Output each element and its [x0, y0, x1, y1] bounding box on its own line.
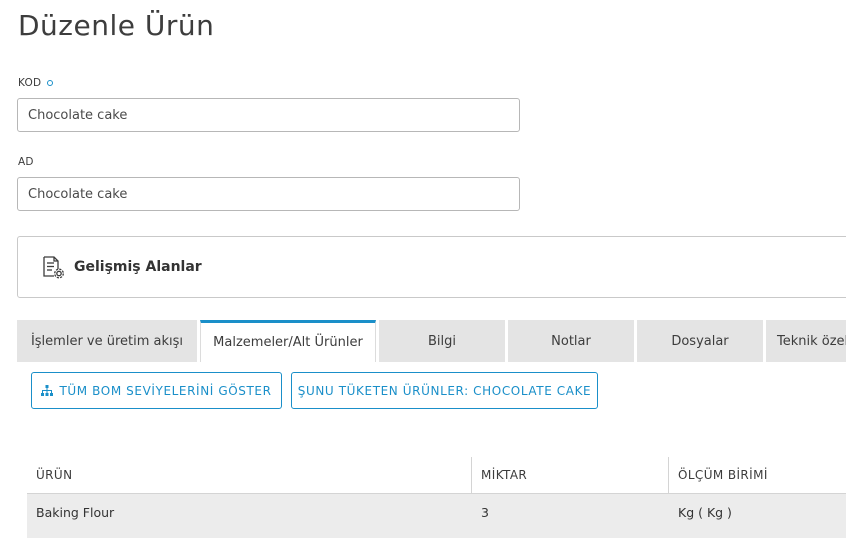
table-row[interactable]: Baking Flour 3 Kg ( Kg ) [27, 494, 846, 538]
tab-info[interactable]: Bilgi [379, 320, 505, 362]
code-label: KOD [18, 77, 54, 89]
tab-bar: İşlemler ve üretim akışı Malzemeler/Alt … [17, 320, 846, 362]
cell-unit: Kg ( Kg ) [678, 505, 732, 520]
table-header: ÜRÜN MİKTAR ÖLÇÜM BİRİMİ [27, 457, 846, 494]
page-title: Düzenle Ürün [18, 9, 215, 42]
name-label: AD [18, 156, 34, 168]
hierarchy-icon [41, 385, 54, 396]
advanced-fields-label: Gelişmiş Alanlar [74, 259, 202, 275]
consuming-products-label: ŞUNU TÜKETEN ÜRÜNLER: CHOCOLATE CAKE [297, 383, 592, 398]
advanced-fields-panel[interactable]: Gelişmiş Alanlar [17, 236, 846, 298]
code-input[interactable] [17, 98, 520, 132]
tab-technical[interactable]: Teknik özellikler [766, 320, 846, 362]
tab-files[interactable]: Dosyalar [637, 320, 763, 362]
name-input[interactable] [17, 177, 520, 211]
cell-product: Baking Flour [36, 505, 115, 520]
column-header-unit[interactable]: ÖLÇÜM BİRİMİ [669, 457, 846, 493]
materials-table: ÜRÜN MİKTAR ÖLÇÜM BİRİMİ Baking Flour 3 … [27, 457, 846, 538]
cell-quantity: 3 [481, 505, 489, 520]
code-label-text: KOD [18, 77, 42, 89]
consuming-products-button[interactable]: ŞUNU TÜKETEN ÜRÜNLER: CHOCOLATE CAKE [291, 372, 598, 409]
show-all-bom-levels-label: TÜM BOM SEVİYELERİNİ GÖSTER [59, 383, 272, 398]
name-label-text: AD [18, 156, 34, 168]
tab-notes[interactable]: Notlar [508, 320, 634, 362]
column-header-product[interactable]: ÜRÜN [27, 457, 472, 493]
settings-document-icon [40, 254, 66, 280]
column-header-quantity[interactable]: MİKTAR [472, 457, 669, 493]
required-indicator-icon [47, 80, 54, 86]
tab-operations[interactable]: İşlemler ve üretim akışı [17, 320, 197, 362]
show-all-bom-levels-button[interactable]: TÜM BOM SEVİYELERİNİ GÖSTER [31, 372, 282, 409]
tab-materials[interactable]: Malzemeler/Alt Ürünler [200, 320, 376, 362]
